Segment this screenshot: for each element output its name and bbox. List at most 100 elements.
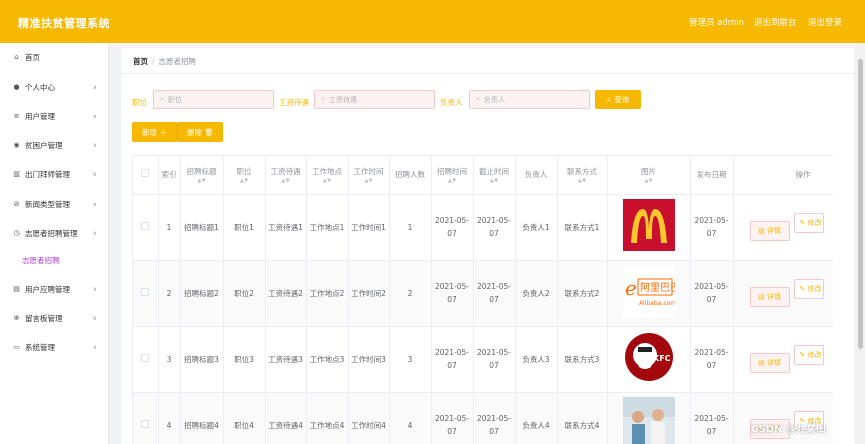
row-checkbox-cell[interactable] — [133, 392, 159, 444]
col-salary[interactable]: 工资待遇 ▲▼ — [265, 156, 307, 195]
cell-position: 职位1 — [223, 194, 266, 261]
search-button[interactable]: ⌕ 查询 — [595, 90, 641, 109]
sort-icon[interactable]: ▲▼ — [560, 178, 605, 184]
cell-position: 职位4 — [223, 392, 266, 444]
sort-icon[interactable]: ▲▼ — [351, 178, 387, 184]
sidebar-item-applications[interactable]: ▤ 用户应聘管理 ∨ — [0, 279, 109, 299]
row-checkbox-cell[interactable] — [133, 260, 159, 327]
sidebar: ⌂ 首页 ● 个人中心 ∨ ≡ 用户管理 ∨ ◉ 贫困户管理 ∨ ▥ 出门拜师管理 ∨ ⊘ 新闻类型… — [0, 43, 109, 444]
cell-time: 工作时间3 — [348, 326, 390, 393]
search-icon: ⌕ — [160, 95, 164, 103]
breadcrumb-home[interactable]: 首页 — [133, 57, 148, 66]
chevron-down-icon: ∨ — [92, 200, 97, 208]
sort-icon[interactable]: ▲▼ — [476, 178, 513, 184]
user-icon: ● — [13, 83, 20, 91]
cell-place: 工作地点1 — [306, 194, 349, 261]
detail-button[interactable]: ▤ 详情 — [749, 353, 790, 373]
cell-manager: 负责人3 — [515, 326, 558, 393]
edit-icon: ✎ — [799, 285, 808, 293]
sidebar-item-volunteer-recruit[interactable]: ◷ 志愿者招聘管理 ∧ — [0, 223, 109, 243]
detail-button[interactable]: ▤ 详情 — [749, 287, 790, 307]
select-all-checkbox-cell[interactable] — [133, 156, 159, 195]
edit-button[interactable]: ✎ 修改 — [793, 213, 824, 233]
cell-actions: ▤ 详情✎ 修改 — [733, 326, 833, 393]
sort-icon[interactable]: ▲▼ — [434, 178, 471, 184]
cell-image: e阿里巴巴 Alibaba.com — [607, 260, 691, 327]
cell-image: KFC — [607, 326, 691, 393]
sidebar-item-poor-households[interactable]: ◉ 贫困户管理 ∨ — [0, 135, 109, 155]
edit-button[interactable]: ✎ 修改 — [793, 345, 824, 365]
col-count: 招聘人数 — [389, 156, 432, 195]
svg-text:e: e — [625, 276, 637, 300]
row-checkbox-cell[interactable] — [133, 194, 159, 261]
col-date: 发布日期 — [690, 156, 734, 195]
alibaba-logo: e阿里巴巴 Alibaba.com — [622, 265, 680, 317]
logout-link[interactable]: 退出登录 — [808, 16, 842, 28]
document-icon: ▤ — [758, 227, 767, 235]
breadcrumb-current: 志愿者招聘 — [158, 57, 197, 66]
chat-icon: ▭ — [13, 343, 20, 351]
salary-filter-input[interactable]: ⌕ 工资待遇 — [314, 90, 435, 109]
row-checkbox[interactable] — [141, 419, 150, 428]
cell-date: 2021-05-07 — [690, 260, 734, 327]
cell-title: 招聘标题1 — [180, 194, 224, 261]
col-title[interactable]: 招聘标题 ▲▼ — [180, 156, 224, 195]
col-place[interactable]: 工作地点 ▲▼ — [306, 156, 349, 195]
table-row: 2 招聘标题2 职位2 工资待遇2 工作地点2 工作时间2 2 2021-05-07 2021-… — [133, 260, 833, 327]
col-image[interactable]: 图片 ▲▼ — [607, 156, 691, 195]
search-icon: ⌕ — [606, 94, 612, 104]
sort-icon[interactable]: ▲▼ — [183, 178, 221, 184]
edit-button[interactable]: ✎ 修改 — [793, 279, 824, 299]
sidebar-item-home[interactable]: ⌂ 首页 — [0, 47, 109, 67]
sort-icon[interactable]: ▲▼ — [268, 178, 304, 184]
sidebar-item-users[interactable]: ≡ 用户管理 ∨ — [0, 106, 109, 126]
select-all-checkbox[interactable] — [141, 169, 150, 178]
breadcrumb: 首页 / 志愿者招聘 — [133, 56, 196, 67]
cell-time: 工作时间4 — [348, 392, 390, 444]
document-icon: ▤ — [758, 293, 767, 301]
clock-icon: ◷ — [13, 229, 20, 237]
sort-icon[interactable]: ▲▼ — [226, 178, 263, 184]
cell-start: 2021-05-07 — [431, 260, 474, 327]
breadcrumb-separator: / — [152, 57, 155, 66]
col-actions: 操作 — [733, 156, 833, 195]
position-filter-input[interactable]: ⌕ 职位 — [153, 90, 274, 109]
sort-icon[interactable]: ▲▼ — [309, 178, 346, 184]
cell-actions: ▤ 详情✎ 修改 — [733, 392, 833, 444]
delete-button[interactable]: 删除 🗑 — [177, 122, 223, 142]
col-start[interactable]: 招聘时间 ▲▼ — [431, 156, 474, 195]
col-contact[interactable]: 联系方式 ▲▼ — [557, 156, 608, 195]
compass-icon: ⊘ — [13, 200, 20, 208]
row-checkbox-cell[interactable] — [133, 326, 159, 393]
cell-place: 工作地点3 — [306, 326, 349, 393]
current-user: 管理员 admin — [689, 18, 744, 28]
add-button[interactable]: 新增 ＋ — [132, 122, 177, 142]
sidebar-item-message-board[interactable]: ⊕ 留言板管理 ∨ — [0, 308, 109, 328]
svg-text:Alibaba.com: Alibaba.com — [639, 300, 675, 307]
cell-count: 2 — [389, 260, 432, 327]
col-position[interactable]: 职位 ▲▼ — [223, 156, 266, 195]
col-end[interactable]: 截止时间 ▲▼ — [473, 156, 516, 195]
row-checkbox[interactable] — [141, 221, 150, 230]
front-link[interactable]: 退出到前台 — [754, 16, 797, 28]
row-checkbox[interactable] — [141, 353, 150, 362]
manager-filter-input[interactable]: ⌕ 负责人 — [469, 90, 590, 109]
chart-icon: ▥ — [13, 170, 20, 178]
detail-button[interactable]: ▤ 详情 — [749, 221, 790, 241]
search-icon: ⌕ — [476, 95, 480, 103]
cell-image — [607, 194, 691, 261]
sidebar-subitem-volunteer[interactable]: 志愿者招聘 — [0, 250, 109, 270]
cell-position: 职位2 — [223, 260, 266, 327]
cell-place: 工作地点4 — [306, 392, 349, 444]
sidebar-item-news-type[interactable]: ⊘ 新闻类型管理 ∨ — [0, 194, 109, 214]
table-row: 4 招聘标题4 职位4 工资待遇4 工作地点4 工作时间4 4 2021-05-07 2021-… — [133, 392, 833, 444]
col-time[interactable]: 工作时间 ▲▼ — [348, 156, 390, 195]
edit-icon: ✎ — [799, 219, 808, 227]
position-filter-label: 职位 — [132, 98, 147, 107]
sidebar-item-profile[interactable]: ● 个人中心 ∨ — [0, 77, 109, 97]
sort-icon[interactable]: ▲▼ — [610, 178, 688, 184]
row-checkbox[interactable] — [141, 287, 150, 296]
sidebar-item-mentor[interactable]: ▥ 出门拜师管理 ∨ — [0, 164, 109, 184]
sidebar-item-system[interactable]: ▭ 系统管理 ∨ — [0, 337, 109, 357]
page-scrollbar-thumb[interactable] — [858, 59, 863, 349]
